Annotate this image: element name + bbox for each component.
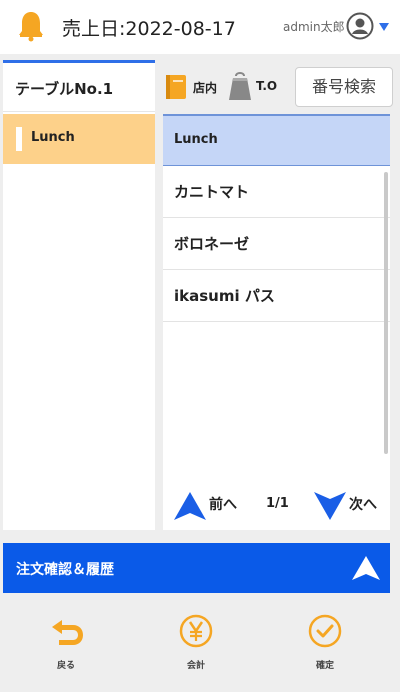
menu-category-header: Lunch (163, 114, 390, 166)
prev-page-button[interactable]: 前へ (209, 494, 237, 514)
caret-down-icon[interactable] (378, 22, 390, 32)
chevron-up-icon[interactable] (351, 555, 381, 581)
page-indicator: 1/1 (266, 496, 289, 511)
menu-item-label: カニトマト (174, 183, 250, 201)
category-item-label: Lunch (31, 130, 75, 145)
tennai-icon[interactable] (165, 74, 187, 100)
table-tab-label: テーブルNo.1 (15, 80, 114, 98)
back-button[interactable]: 戻る (36, 614, 96, 674)
menu-panel: 店内 T.O 番号検索 Lunch カニトマト ボロネーゼ ikasumi パス… (163, 60, 400, 530)
back-icon (52, 620, 83, 645)
footer-toolbar: 戻る 会計 確定 (3, 596, 390, 688)
menu-item[interactable]: ボロネーゼ (163, 218, 390, 270)
next-arrow-icon[interactable] (313, 491, 347, 521)
category-selected-marker (16, 127, 22, 151)
sale-date: 売上日:2022-08-17 (62, 18, 236, 40)
next-page-button[interactable]: 次へ (349, 494, 377, 514)
bell-icon[interactable] (16, 10, 46, 42)
menu-scrollbar[interactable] (384, 172, 388, 454)
tennai-label[interactable]: 店内 (193, 79, 217, 96)
checkout-button[interactable]: 会計 (166, 614, 226, 674)
menu-item[interactable]: ikasumi パス (163, 270, 390, 322)
table-tab[interactable]: テーブルNo.1 (3, 60, 155, 112)
prev-arrow-icon[interactable] (173, 491, 207, 521)
category-panel: テーブルNo.1 Lunch (3, 60, 155, 530)
user-avatar-icon[interactable] (346, 12, 374, 40)
app-header: 売上日:2022-08-17 admin太郎 (0, 0, 400, 54)
order-history-label: 注文確認＆履歴 (16, 562, 114, 578)
check-icon (308, 614, 342, 648)
menu-item-label: ボロネーゼ (174, 235, 250, 253)
menu-item[interactable]: カニトマト (163, 166, 390, 218)
order-history-bar[interactable]: 注文確認＆履歴 (3, 543, 390, 593)
checkout-label: 会計 (186, 661, 205, 671)
menu-list: Lunch カニトマト ボロネーゼ ikasumi パス (163, 114, 390, 476)
takeout-bag-icon[interactable] (227, 70, 253, 102)
category-item-lunch[interactable]: Lunch (3, 114, 155, 164)
confirm-label: 確定 (315, 661, 334, 671)
takeout-label[interactable]: T.O (256, 79, 277, 93)
order-type-row: 店内 T.O 番号検索 (163, 60, 400, 114)
back-label: 戻る (56, 661, 75, 671)
menu-item-label: ikasumi パス (174, 287, 275, 305)
number-search-button[interactable]: 番号検索 (295, 67, 393, 107)
pager: 前へ 1/1 次へ (163, 476, 390, 530)
user-name[interactable]: admin太郎 (283, 18, 345, 35)
menu-category-header-label: Lunch (174, 132, 218, 147)
confirm-button[interactable]: 確定 (295, 614, 355, 674)
yen-icon (179, 614, 213, 648)
